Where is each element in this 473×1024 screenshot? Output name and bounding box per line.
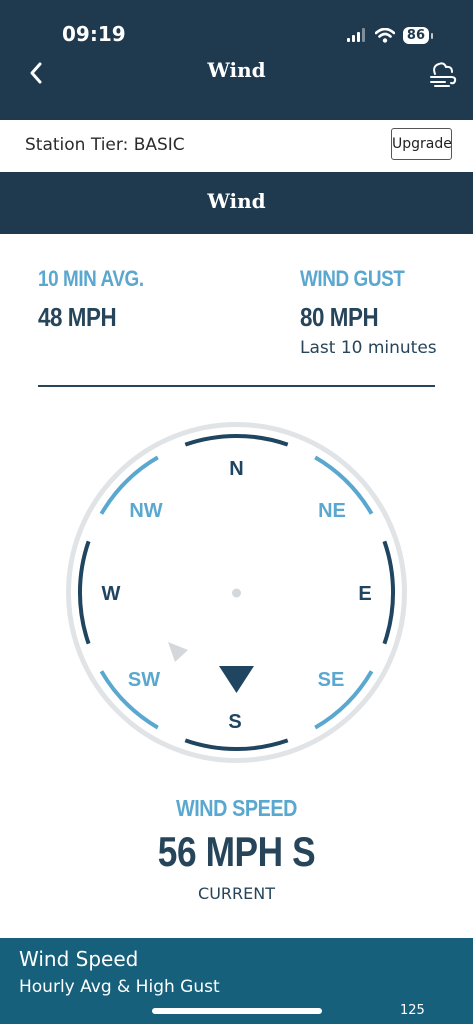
compass-label-se: SE xyxy=(318,669,345,691)
upgrade-button[interactable]: Upgrade xyxy=(391,128,452,160)
wind-gust-note: Last 10 minutes xyxy=(300,338,437,358)
compass-label-s: S xyxy=(228,711,241,733)
status-time: 09:19 xyxy=(62,22,126,46)
page-title: Wind xyxy=(207,58,266,82)
compass-label-sw: SW xyxy=(128,669,160,691)
wind-gust-value: 80 MPH xyxy=(300,302,379,332)
header-bar: 09:19 86 Wind xyxy=(0,0,473,120)
battery-indicator: 86 xyxy=(402,26,434,44)
chart-axis-value: 125 xyxy=(400,1003,425,1018)
wind-compass: N NE E SE S SW W NW xyxy=(66,422,407,763)
chart-panel-subtitle: Hourly Avg & High Gust xyxy=(19,977,220,997)
wind-speed-sublabel: CURRENT xyxy=(198,884,275,903)
compass-label-n: N xyxy=(229,458,243,480)
divider xyxy=(38,385,435,387)
section-header: Wind xyxy=(0,172,473,234)
compass-label-e: E xyxy=(358,583,371,605)
cellular-signal-icon xyxy=(346,28,365,42)
compass-label-ne: NE xyxy=(318,500,346,522)
wind-gust-label: WIND GUST xyxy=(300,266,405,291)
avg-wind-value: 48 MPH xyxy=(38,302,117,332)
station-tier-label: Station Tier: BASIC xyxy=(25,135,185,155)
cloud-wind-icon[interactable] xyxy=(427,58,459,90)
compass-label-nw: NW xyxy=(129,500,162,522)
status-icons: 86 xyxy=(346,24,434,46)
wifi-icon xyxy=(374,27,395,43)
home-indicator[interactable] xyxy=(152,1008,322,1014)
chart-panel-title: Wind Speed xyxy=(19,947,139,971)
compass-label-w: W xyxy=(102,583,121,605)
wind-speed-value: 56 MPH S xyxy=(157,828,316,875)
avg-wind-label: 10 MIN AVG. xyxy=(38,266,144,291)
compass-center-dot xyxy=(232,588,241,598)
wind-speed-label: WIND SPEED xyxy=(176,795,297,821)
